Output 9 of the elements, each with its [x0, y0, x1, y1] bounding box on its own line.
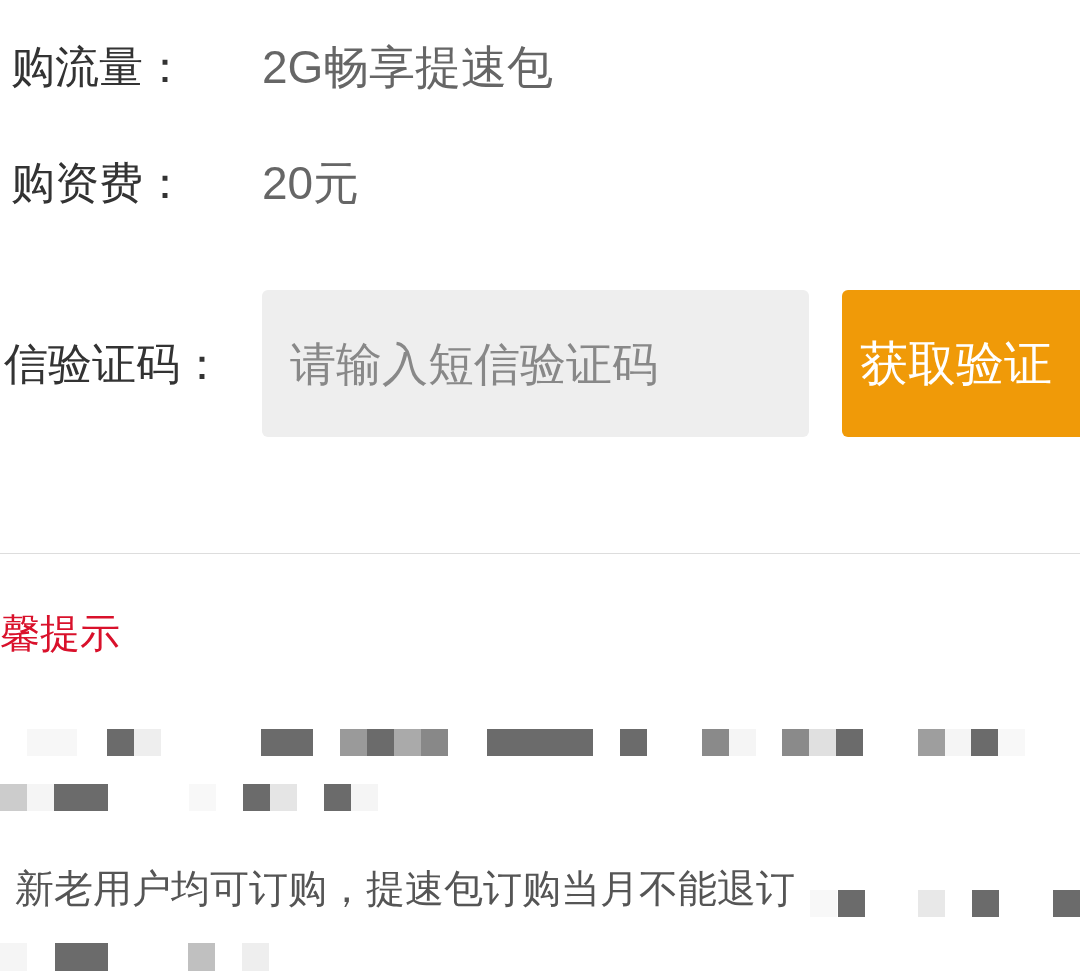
code-input-field[interactable]: 请输入短信验证码	[262, 290, 809, 437]
tip-text: 新老用户均可订购，提速包订购当月不能退订	[15, 866, 795, 912]
field-value: 2G畅享提速包	[262, 41, 554, 93]
get-code-button[interactable]: 获取验证	[842, 290, 1080, 437]
field-label: 信验证码：	[3, 337, 225, 390]
field-label: 购流量：	[10, 41, 188, 93]
tips-heading: 馨提示	[0, 610, 120, 657]
field-label: 购资费：	[10, 157, 188, 209]
field-value: 20元	[262, 157, 360, 209]
